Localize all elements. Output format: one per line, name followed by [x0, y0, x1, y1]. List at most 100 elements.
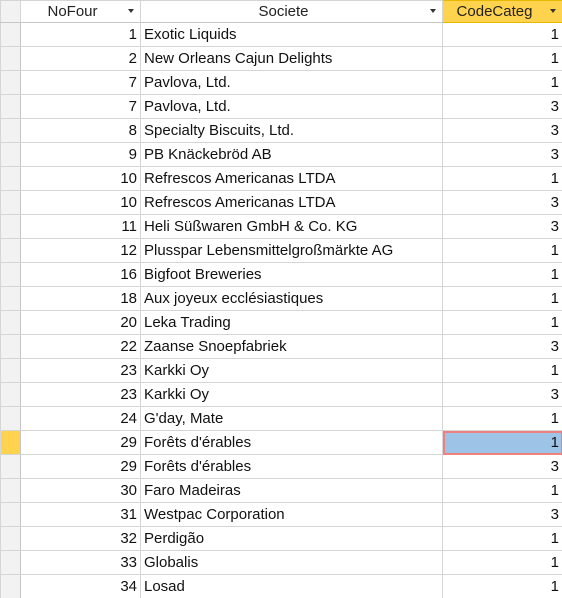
cell-codecateg[interactable]: 3: [442, 454, 562, 479]
record-selector[interactable]: [0, 574, 21, 598]
record-selector[interactable]: [0, 310, 21, 335]
cell-codecateg[interactable]: 1: [442, 550, 562, 575]
cell-codecateg[interactable]: 1: [442, 526, 562, 551]
cell-codecateg[interactable]: 3: [442, 142, 562, 167]
cell-nofour[interactable]: 30: [20, 478, 141, 503]
record-selector[interactable]: [0, 406, 21, 431]
cell-codecateg[interactable]: 3: [442, 214, 562, 239]
cell-nofour[interactable]: 23: [20, 358, 141, 383]
cell-societe[interactable]: Karkki Oy: [140, 358, 443, 383]
record-selector[interactable]: [0, 382, 21, 407]
cell-societe[interactable]: Perdigão: [140, 526, 443, 551]
cell-codecateg[interactable]: 1: [442, 238, 562, 263]
cell-nofour[interactable]: 7: [20, 70, 141, 95]
record-selector[interactable]: [0, 166, 21, 191]
cell-societe[interactable]: Forêts d'érables: [140, 454, 443, 479]
cell-nofour[interactable]: 9: [20, 142, 141, 167]
cell-codecateg[interactable]: 1: [442, 46, 562, 71]
cell-societe[interactable]: Losad: [140, 574, 443, 598]
cell-nofour[interactable]: 12: [20, 238, 141, 263]
table-row[interactable]: 29 Forêts d'érables 1: [0, 430, 562, 455]
chevron-down-icon[interactable]: [125, 5, 137, 17]
table-row[interactable]: 30 Faro Madeiras 1: [0, 478, 562, 503]
table-row[interactable]: 33 Globalis 1: [0, 550, 562, 575]
cell-societe[interactable]: Exotic Liquids: [140, 22, 443, 47]
cell-societe[interactable]: Faro Madeiras: [140, 478, 443, 503]
record-selector[interactable]: [0, 502, 21, 527]
cell-societe[interactable]: Specialty Biscuits, Ltd.: [140, 118, 443, 143]
table-row[interactable]: 7 Pavlova, Ltd. 3: [0, 94, 562, 119]
record-selector[interactable]: [0, 526, 21, 551]
cell-societe[interactable]: Heli Süßwaren GmbH & Co. KG: [140, 214, 443, 239]
cell-codecateg[interactable]: 1: [442, 358, 562, 383]
cell-nofour[interactable]: 1: [20, 22, 141, 47]
cell-societe[interactable]: Refrescos Americanas LTDA: [140, 190, 443, 215]
cell-nofour[interactable]: 33: [20, 550, 141, 575]
cell-codecateg[interactable]: 3: [442, 334, 562, 359]
table-row[interactable]: 18 Aux joyeux ecclésiastiques 1: [0, 286, 562, 311]
table-row[interactable]: 22 Zaanse Snoepfabriek 3: [0, 334, 562, 359]
record-selector[interactable]: [0, 22, 21, 47]
cell-codecateg[interactable]: 3: [442, 190, 562, 215]
cell-societe[interactable]: Bigfoot Breweries: [140, 262, 443, 287]
record-selector[interactable]: [0, 262, 21, 287]
table-row[interactable]: 16 Bigfoot Breweries 1: [0, 262, 562, 287]
table-row[interactable]: 8 Specialty Biscuits, Ltd. 3: [0, 118, 562, 143]
cell-nofour[interactable]: 8: [20, 118, 141, 143]
table-row[interactable]: 9 PB Knäckebröd AB 3: [0, 142, 562, 167]
cell-societe[interactable]: Westpac Corporation: [140, 502, 443, 527]
cell-societe[interactable]: Pavlova, Ltd.: [140, 94, 443, 119]
record-selector[interactable]: [0, 46, 21, 71]
table-row[interactable]: 31 Westpac Corporation 3: [0, 502, 562, 527]
column-header-codecateg[interactable]: CodeCateg: [442, 0, 562, 23]
cell-codecateg[interactable]: 3: [442, 94, 562, 119]
record-selector[interactable]: [0, 550, 21, 575]
cell-societe[interactable]: Refrescos Americanas LTDA: [140, 166, 443, 191]
cell-societe[interactable]: Karkki Oy: [140, 382, 443, 407]
table-row[interactable]: 20 Leka Trading 1: [0, 310, 562, 335]
chevron-down-icon[interactable]: [547, 5, 559, 17]
cell-codecateg[interactable]: 1: [442, 430, 562, 455]
cell-nofour[interactable]: 10: [20, 166, 141, 191]
chevron-down-icon[interactable]: [427, 5, 439, 17]
cell-societe[interactable]: Plusspar Lebensmittelgroßmärkte AG: [140, 238, 443, 263]
record-selector[interactable]: [0, 454, 21, 479]
table-row[interactable]: 23 Karkki Oy 1: [0, 358, 562, 383]
table-row[interactable]: 32 Perdigão 1: [0, 526, 562, 551]
cell-nofour[interactable]: 20: [20, 310, 141, 335]
cell-societe[interactable]: Forêts d'érables: [140, 430, 443, 455]
cell-nofour[interactable]: 16: [20, 262, 141, 287]
cell-nofour[interactable]: 32: [20, 526, 141, 551]
record-selector[interactable]: [0, 94, 21, 119]
cell-codecateg[interactable]: 3: [442, 118, 562, 143]
table-row[interactable]: 34 Losad 1: [0, 574, 562, 598]
cell-codecateg[interactable]: 3: [442, 382, 562, 407]
cell-nofour[interactable]: 29: [20, 454, 141, 479]
table-row[interactable]: 23 Karkki Oy 3: [0, 382, 562, 407]
cell-nofour[interactable]: 34: [20, 574, 141, 598]
table-row[interactable]: 24 G'day, Mate 1: [0, 406, 562, 431]
record-selector[interactable]: [0, 334, 21, 359]
record-selector[interactable]: [0, 70, 21, 95]
table-row[interactable]: 10 Refrescos Americanas LTDA 3: [0, 190, 562, 215]
table-row[interactable]: 7 Pavlova, Ltd. 1: [0, 70, 562, 95]
cell-nofour[interactable]: 29: [20, 430, 141, 455]
cell-societe[interactable]: Leka Trading: [140, 310, 443, 335]
record-selector[interactable]: [0, 214, 21, 239]
cell-nofour[interactable]: 11: [20, 214, 141, 239]
cell-societe[interactable]: Zaanse Snoepfabriek: [140, 334, 443, 359]
record-selector[interactable]: [0, 478, 21, 503]
record-selector[interactable]: [0, 286, 21, 311]
table-row[interactable]: 11 Heli Süßwaren GmbH & Co. KG 3: [0, 214, 562, 239]
cell-nofour[interactable]: 24: [20, 406, 141, 431]
cell-nofour[interactable]: 7: [20, 94, 141, 119]
cell-societe[interactable]: Aux joyeux ecclésiastiques: [140, 286, 443, 311]
record-selector[interactable]: [0, 358, 21, 383]
table-row[interactable]: 1 Exotic Liquids 1: [0, 22, 562, 47]
table-row[interactable]: 2 New Orleans Cajun Delights 1: [0, 46, 562, 71]
cell-nofour[interactable]: 31: [20, 502, 141, 527]
cell-societe[interactable]: New Orleans Cajun Delights: [140, 46, 443, 71]
cell-nofour[interactable]: 2: [20, 46, 141, 71]
cell-codecateg[interactable]: 1: [442, 310, 562, 335]
cell-nofour[interactable]: 18: [20, 286, 141, 311]
